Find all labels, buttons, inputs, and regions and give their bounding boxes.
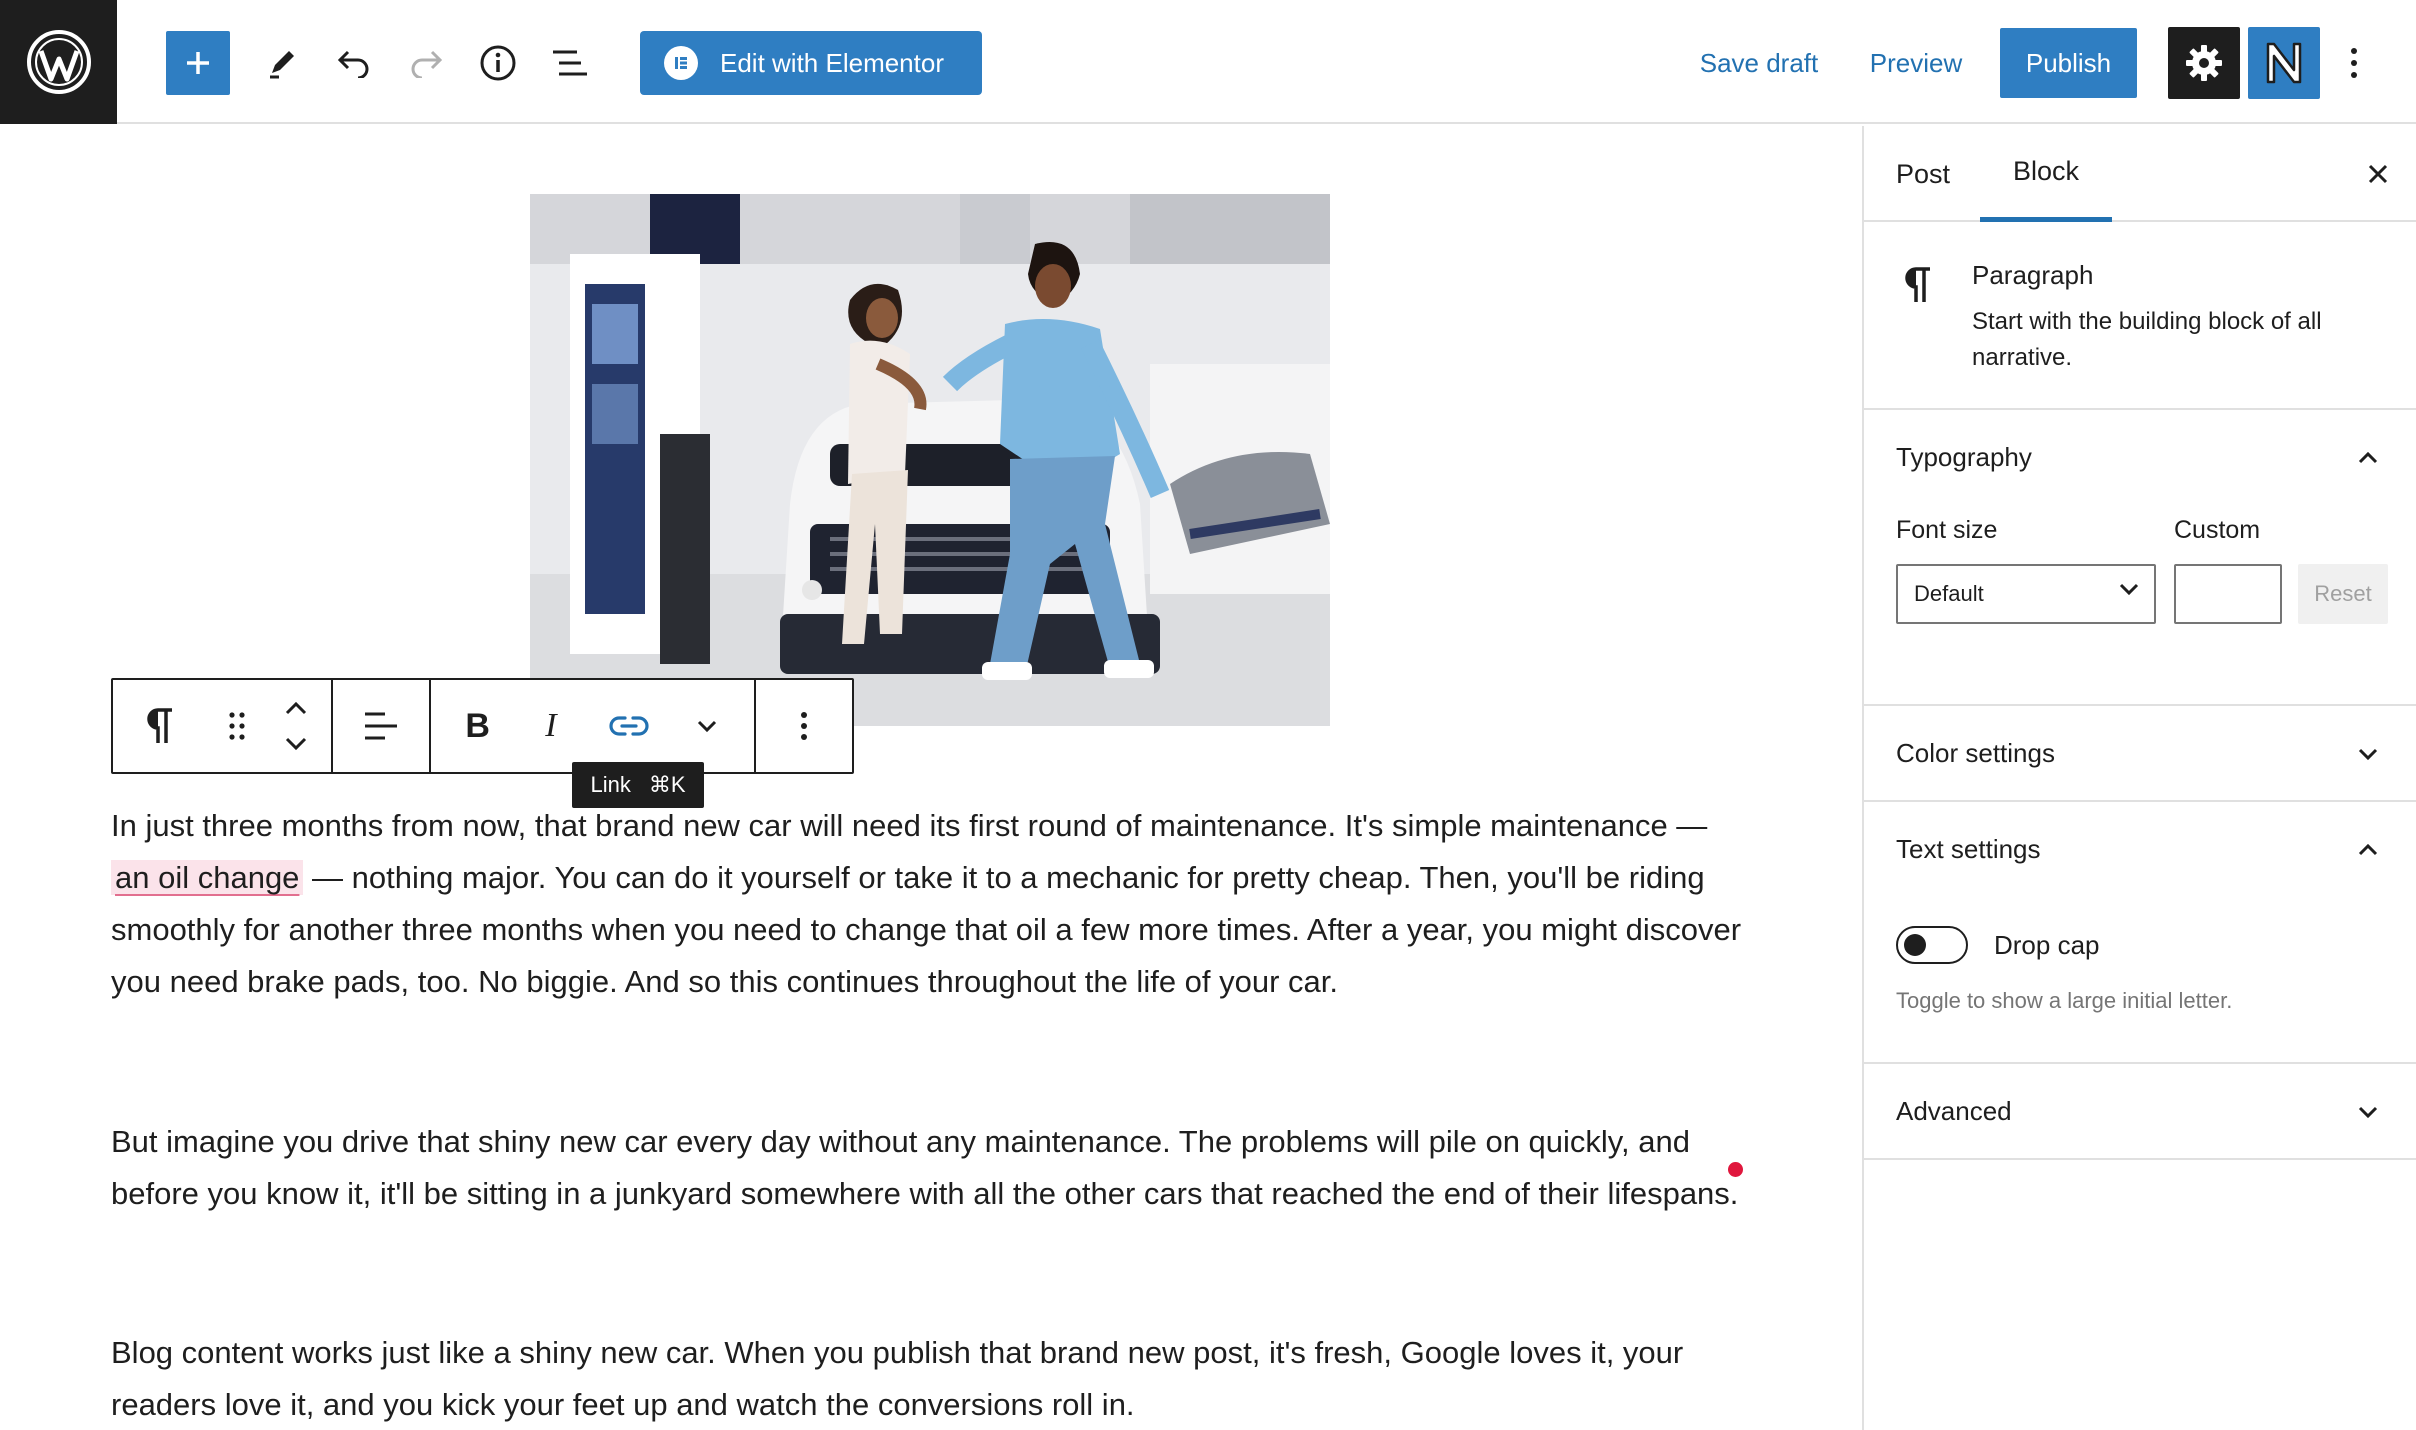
drop-cap-toggle[interactable]	[1896, 926, 1968, 964]
bold-button[interactable]: B	[448, 680, 508, 772]
options-menu-button[interactable]	[2334, 31, 2374, 95]
block-toolbar: B I	[111, 678, 854, 774]
align-icon	[365, 712, 397, 740]
paragraph-block[interactable]: Blog content works just like a shiny new…	[111, 1327, 1751, 1430]
details-button[interactable]	[470, 31, 526, 95]
custom-size-label: Custom	[2174, 516, 2261, 544]
edit-with-elementor-button[interactable]: Edit with Elementor	[640, 31, 982, 95]
reset-font-size-button[interactable]: Reset	[2298, 564, 2388, 624]
tab-block[interactable]: Block	[1980, 126, 2112, 222]
featured-image-block[interactable]	[530, 194, 1330, 726]
undo-icon	[337, 50, 369, 78]
elementor-label: Edit with Elementor	[720, 47, 944, 78]
close-icon	[2368, 164, 2388, 184]
kebab-icon	[801, 712, 807, 740]
redo-button[interactable]	[398, 31, 454, 95]
preview-button[interactable]: Preview	[1866, 31, 1966, 95]
typography-panel-toggle[interactable]: Typography	[1896, 442, 2032, 473]
block-toolbar-group-block	[113, 680, 333, 772]
tools-button[interactable]	[254, 31, 310, 95]
paragraph-icon	[1904, 266, 1934, 314]
save-draft-button[interactable]: Save draft	[1696, 31, 1822, 95]
highlighted-link-text[interactable]: an oil change	[111, 860, 304, 895]
chevron-up-icon	[2358, 451, 2378, 464]
block-options-button[interactable]	[756, 680, 852, 772]
drop-cap-help-text: Toggle to show a large initial letter.	[1896, 988, 2233, 1013]
redo-icon	[411, 50, 443, 78]
undo-button[interactable]	[326, 31, 382, 95]
bold-icon: B	[465, 706, 490, 745]
chevron-up-icon	[2358, 843, 2378, 856]
chevron-down-icon	[2119, 583, 2139, 596]
advanced-expand-button[interactable]	[2348, 1092, 2388, 1132]
block-title: Paragraph	[1972, 260, 2094, 290]
kebab-icon	[2351, 48, 2357, 78]
editor-top-bar: Edit with Elementor Save draft Preview P…	[0, 0, 2416, 124]
block-description: Start with the building block of all nar…	[1972, 308, 2322, 371]
info-icon	[480, 45, 516, 81]
n-logo-icon	[2266, 42, 2302, 84]
elementor-icon	[664, 46, 698, 80]
more-formats-button[interactable]	[677, 680, 737, 772]
advanced-toggle[interactable]: Advanced	[1896, 1096, 2012, 1127]
font-size-value: Default	[1914, 581, 1984, 606]
chevron-down-icon	[2358, 748, 2378, 761]
wordpress-logo[interactable]	[0, 0, 117, 124]
color-settings-toggle[interactable]: Color settings	[1896, 738, 2055, 769]
move-up-down-button[interactable]	[265, 680, 327, 772]
text-settings-toggle[interactable]: Text settings	[1896, 834, 2041, 865]
move-up-down-icon	[285, 701, 307, 751]
n-plugin-button[interactable]	[2248, 27, 2320, 99]
font-size-select[interactable]: Default	[1896, 564, 2156, 624]
settings-sidebar: Post Block Paragraph Start with the buil…	[1862, 126, 2416, 1430]
add-block-button[interactable]	[166, 31, 230, 95]
list-view-button[interactable]	[542, 31, 598, 95]
font-size-label: Font size	[1896, 516, 1998, 544]
align-button[interactable]	[333, 680, 429, 772]
color-settings-panel: Color settings	[1864, 706, 2416, 802]
italic-button[interactable]: I	[521, 680, 581, 772]
pencil-icon	[270, 51, 294, 79]
paragraph-text: — nothing major. You can do it yourself …	[111, 860, 1742, 999]
italic-icon: I	[545, 707, 557, 744]
close-sidebar-button[interactable]	[2354, 150, 2402, 198]
paragraph-text: In just three months from now, that bran…	[111, 808, 1708, 843]
car-showroom-image	[530, 194, 1330, 726]
link-icon	[609, 716, 649, 736]
chevron-down-icon	[698, 720, 717, 733]
block-toolbar-group-align	[333, 680, 431, 772]
paragraph-block-selected[interactable]: In just three months from now, that bran…	[111, 800, 1751, 1008]
tab-post[interactable]: Post	[1896, 126, 1950, 222]
plus-icon	[187, 52, 209, 74]
paragraph-icon	[147, 708, 172, 743]
gear-icon	[2186, 45, 2222, 81]
color-settings-expand-button[interactable]	[2348, 734, 2388, 774]
custom-size-input[interactable]	[2174, 564, 2282, 624]
typography-collapse-button[interactable]	[2348, 438, 2388, 478]
toggle-knob	[1904, 934, 1926, 956]
block-toolbar-group-format: B I	[431, 680, 756, 772]
link-button[interactable]	[594, 680, 664, 772]
publish-button[interactable]: Publish	[2000, 28, 2137, 98]
editor-canvas: B I Link ⌘K In just three months from no…	[0, 126, 1862, 1430]
block-toolbar-group-options	[756, 680, 852, 772]
drop-cap-label: Drop cap	[1994, 930, 2100, 960]
sidebar-tabs: Post Block	[1864, 126, 2416, 222]
chevron-down-icon	[2358, 1106, 2378, 1119]
paragraph-block[interactable]: But imagine you drive that shiny new car…	[111, 1116, 1751, 1220]
typography-panel: Typography Font size Custom Default Rese…	[1864, 410, 2416, 706]
advanced-panel: Advanced	[1864, 1064, 2416, 1160]
text-settings-collapse-button[interactable]	[2348, 830, 2388, 870]
tooltip-label: Link	[590, 772, 631, 797]
list-view-icon	[553, 50, 587, 76]
text-settings-panel: Text settings Drop cap Toggle to show a …	[1864, 802, 2416, 1064]
drag-handle-button[interactable]	[209, 680, 265, 772]
block-type-button[interactable]	[113, 680, 209, 772]
drag-handle-icon	[229, 712, 245, 740]
tooltip-shortcut: ⌘K	[648, 772, 686, 797]
wordpress-logo-icon	[26, 30, 91, 94]
block-card: Paragraph Start with the building block …	[1864, 224, 2416, 410]
settings-button[interactable]	[2168, 27, 2240, 99]
